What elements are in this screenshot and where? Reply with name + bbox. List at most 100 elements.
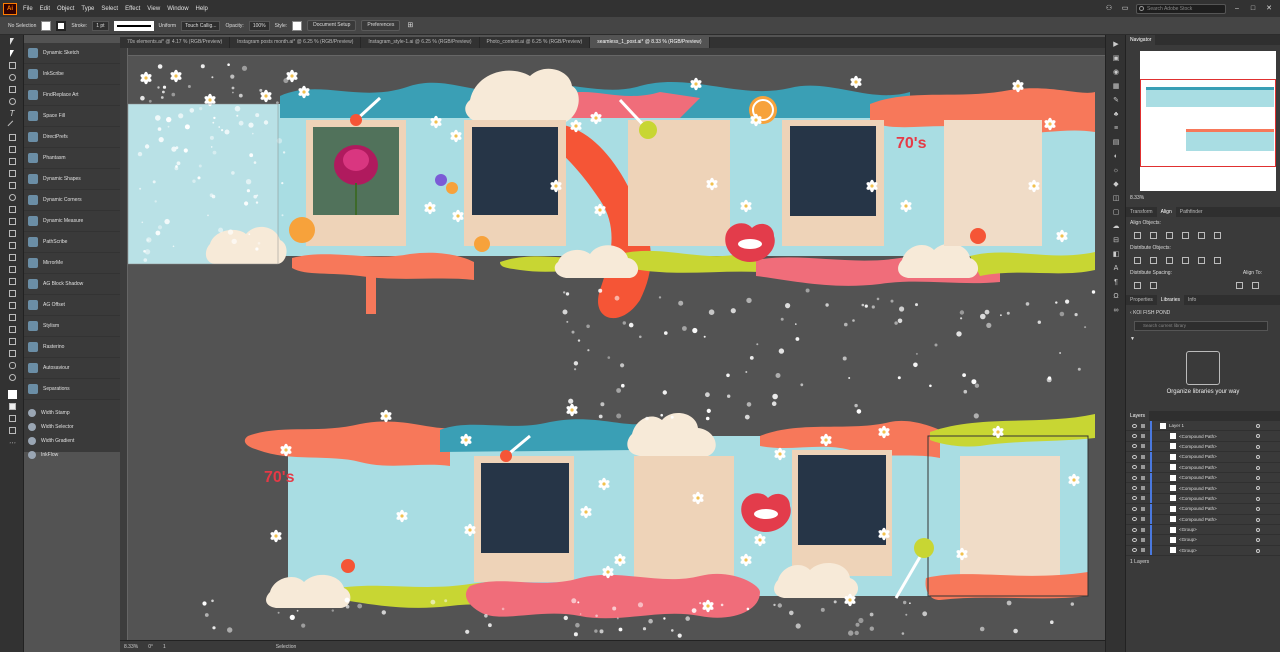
library-name[interactable]: ‹ KOI FISH POND xyxy=(1126,305,1280,319)
layer-row[interactable]: <Compound Path> xyxy=(1126,472,1280,484)
blend-tool-icon[interactable] xyxy=(4,300,20,311)
target-icon[interactable] xyxy=(1256,507,1260,512)
tab-libraries[interactable]: Libraries xyxy=(1156,295,1184,305)
perspective-grid-icon[interactable] xyxy=(4,252,20,263)
menu-window[interactable]: Window xyxy=(167,6,188,12)
current-tool[interactable]: Selection xyxy=(276,644,297,650)
tab-seamless-post[interactable]: seamless_1_post.ai* @ 8.33 % (RGB/Previe… xyxy=(590,37,710,48)
color-mode-icon[interactable] xyxy=(4,401,20,412)
eye-icon[interactable] xyxy=(1132,475,1137,480)
plugin-item[interactable]: InkFlow xyxy=(24,448,120,462)
target-icon[interactable] xyxy=(1256,496,1260,501)
eye-icon[interactable] xyxy=(1132,527,1137,532)
tab-instagram-style[interactable]: Instagram_style-1.ai @ 6.25 % (RGB/Previ… xyxy=(361,37,480,48)
lock-icon[interactable] xyxy=(1141,444,1145,449)
menu-object[interactable]: Object xyxy=(57,6,74,12)
distribute-right-icon[interactable] xyxy=(1214,257,1221,264)
menu-view[interactable]: View xyxy=(147,6,160,12)
stroke-icon[interactable]: ≡ xyxy=(1110,123,1122,133)
brush-field[interactable]: Touch Callig... xyxy=(181,20,221,31)
tab-align[interactable]: Align xyxy=(1156,207,1176,217)
layer-row[interactable]: <Compound Path> xyxy=(1126,503,1280,515)
maximize-icon[interactable]: □ xyxy=(1248,4,1258,14)
target-icon[interactable] xyxy=(1256,527,1260,532)
library-search-input[interactable]: Search current library xyxy=(1134,321,1268,331)
layer-row[interactable]: <Compound Path> xyxy=(1126,493,1280,505)
canvas[interactable]: 70's 70's xyxy=(128,56,1105,640)
plugin-item[interactable]: Space Fill xyxy=(24,106,120,127)
share-icon[interactable]: ⚇ xyxy=(1104,4,1114,14)
layer-row[interactable]: <Compound Path> xyxy=(1126,483,1280,494)
horizontal-ruler[interactable] xyxy=(128,48,1105,56)
navigator-preview[interactable] xyxy=(1140,51,1276,191)
menu-file[interactable]: File xyxy=(23,6,33,12)
eyedropper-icon[interactable] xyxy=(4,288,20,299)
selection-tool-icon[interactable] xyxy=(4,36,20,47)
lock-icon[interactable] xyxy=(1141,475,1145,480)
eraser-icon[interactable] xyxy=(4,180,20,191)
eye-icon[interactable] xyxy=(1132,434,1137,439)
align-left-icon[interactable] xyxy=(1134,232,1141,239)
target-icon[interactable] xyxy=(1256,455,1260,460)
lock-icon[interactable] xyxy=(1141,454,1145,459)
tab-info[interactable]: Info xyxy=(1184,295,1200,305)
more-tools-icon[interactable]: ⋯ xyxy=(4,437,20,448)
eye-icon[interactable] xyxy=(1132,496,1137,501)
menu-select[interactable]: Select xyxy=(101,6,118,12)
tab-photo-content[interactable]: Photo_content.ai @ 6.25 % (RGB/Preview) xyxy=(480,37,591,48)
lock-icon[interactable] xyxy=(1141,506,1145,511)
direct-selection-tool-icon[interactable] xyxy=(4,48,20,59)
plugin-item[interactable]: Dynamic Shapes xyxy=(24,169,120,190)
width-tool-icon[interactable] xyxy=(4,216,20,227)
free-transform-icon[interactable] xyxy=(4,228,20,239)
layout-icon[interactable]: ▭ xyxy=(1120,4,1130,14)
plugin-item[interactable]: Width Gradient xyxy=(24,434,120,448)
target-icon[interactable] xyxy=(1256,486,1260,491)
graphic-styles-icon[interactable]: ◆ xyxy=(1110,179,1122,189)
filter-icon[interactable]: ▼ xyxy=(1126,333,1280,345)
style-swatch[interactable] xyxy=(292,20,303,31)
lasso-icon[interactable] xyxy=(4,72,20,83)
target-icon[interactable] xyxy=(1256,548,1260,553)
transparency-icon[interactable]: ◐ xyxy=(1110,151,1122,161)
fill-swatch[interactable] xyxy=(41,20,52,31)
eye-icon[interactable] xyxy=(1132,548,1137,553)
eye-icon[interactable] xyxy=(1132,444,1137,449)
opacity-field[interactable]: 100% xyxy=(248,20,270,31)
plugin-item[interactable]: Rasterino xyxy=(24,337,120,358)
target-icon[interactable] xyxy=(1256,517,1260,522)
plugin-item[interactable]: Dynamic Sketch xyxy=(24,43,120,64)
layer-row[interactable]: <Compound Path> xyxy=(1126,462,1280,473)
layer-row[interactable]: <Compound Path> xyxy=(1126,514,1280,525)
eye-icon[interactable] xyxy=(1132,517,1137,522)
mesh-tool-icon[interactable] xyxy=(4,264,20,275)
menu-edit[interactable]: Edit xyxy=(40,6,50,12)
eye-icon[interactable] xyxy=(1132,454,1137,459)
plugin-item[interactable]: Autosaviour xyxy=(24,358,120,379)
plugin-item[interactable]: Dynamic Measure xyxy=(24,211,120,232)
tab-layers[interactable]: Layers xyxy=(1126,411,1150,421)
gradient-icon[interactable]: ▤ xyxy=(1110,137,1122,147)
target-icon[interactable] xyxy=(1256,465,1260,470)
spacing-horizontal-icon[interactable] xyxy=(1150,282,1157,289)
curvature-tool-icon[interactable] xyxy=(4,96,20,107)
plugin-item[interactable]: Dynamic Corners xyxy=(24,190,120,211)
glyphs-icon[interactable]: Ω xyxy=(1110,291,1122,301)
play-icon[interactable]: ▶ xyxy=(1110,39,1122,49)
stroke-swatch[interactable] xyxy=(56,20,67,31)
symbols-icon[interactable]: ♣ xyxy=(1110,109,1122,119)
preferences-button[interactable]: Preferences xyxy=(361,20,401,31)
plugin-item[interactable]: InkScribe xyxy=(24,64,120,85)
distribute-bottom-icon[interactable] xyxy=(1166,257,1173,264)
lock-icon[interactable] xyxy=(1141,434,1145,439)
distribute-hcenter-icon[interactable] xyxy=(1198,257,1205,264)
rotation-value[interactable]: 0° xyxy=(148,644,153,650)
plugin-item[interactable]: PathScribe xyxy=(24,232,120,253)
artboards-icon[interactable]: ▢ xyxy=(1110,207,1122,217)
lock-icon[interactable] xyxy=(1141,517,1145,522)
align-to-selection-icon[interactable] xyxy=(1236,282,1243,289)
zoom-tool-icon[interactable] xyxy=(4,372,20,383)
tab-transform[interactable]: Transform xyxy=(1126,207,1157,217)
libraries-icon[interactable]: ☁ xyxy=(1110,221,1122,231)
lock-icon[interactable] xyxy=(1141,423,1145,428)
